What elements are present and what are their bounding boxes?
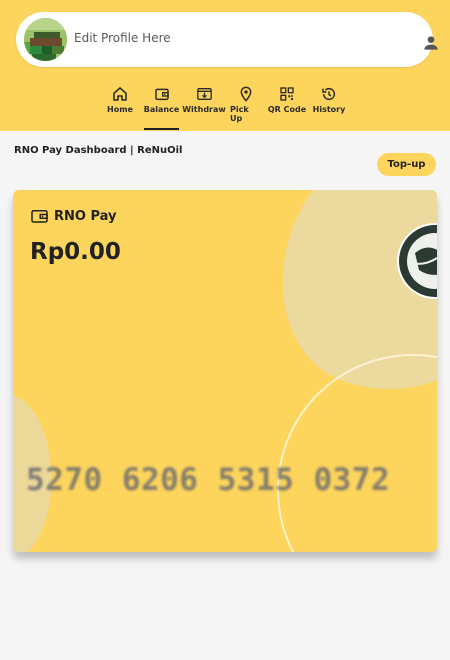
wallet-icon <box>31 210 48 223</box>
top-bar: Edit Profile Here Home Balance Withdraw … <box>0 0 450 131</box>
profile-bar[interactable]: Edit Profile Here <box>16 12 438 67</box>
topup-button[interactable]: Top-up <box>377 153 436 176</box>
renuoil-seal-logo <box>397 223 437 299</box>
history-icon <box>322 87 336 101</box>
nav-item-withdraw[interactable]: Withdraw <box>182 86 226 131</box>
nav-item-label: Pick Up <box>230 105 249 123</box>
card-number: 5270 6206 5315 0372 <box>26 462 391 498</box>
nav-item-label: Home <box>107 105 133 114</box>
nav-bar: Home Balance Withdraw Pick Up QR Code Hi… <box>0 86 450 131</box>
balance-card: RNO Pay Rp0.00 5270 6206 5315 0372 <box>13 190 437 552</box>
nav-item-qr-code[interactable]: QR Code <box>267 86 307 131</box>
nav-item-label: QR Code <box>267 105 307 114</box>
location-pin-icon <box>240 86 252 102</box>
nav-item-history[interactable]: History <box>313 86 345 131</box>
avatar[interactable] <box>24 18 67 61</box>
balance-amount: Rp0.00 <box>30 239 121 265</box>
card-title-row: RNO Pay <box>30 207 117 225</box>
nav-item-pickup[interactable]: Pick Up <box>230 86 262 131</box>
home-icon <box>113 87 127 101</box>
nav-item-label: History <box>312 105 346 114</box>
person-icon[interactable] <box>421 33 441 53</box>
nav-item-balance[interactable]: Balance <box>144 86 179 131</box>
nav-item-label: Balance <box>143 105 180 114</box>
card-title: RNO Pay <box>54 208 117 224</box>
wallet-icon <box>154 88 169 101</box>
nav-item-label: Withdraw <box>182 105 226 114</box>
nav-item-home[interactable]: Home <box>104 86 136 131</box>
withdraw-icon <box>196 88 212 100</box>
breadcrumb: RNO Pay Dashboard | ReNuOil <box>14 145 183 156</box>
qr-code-icon <box>280 87 294 101</box>
edit-profile-label[interactable]: Edit Profile Here <box>74 31 171 45</box>
